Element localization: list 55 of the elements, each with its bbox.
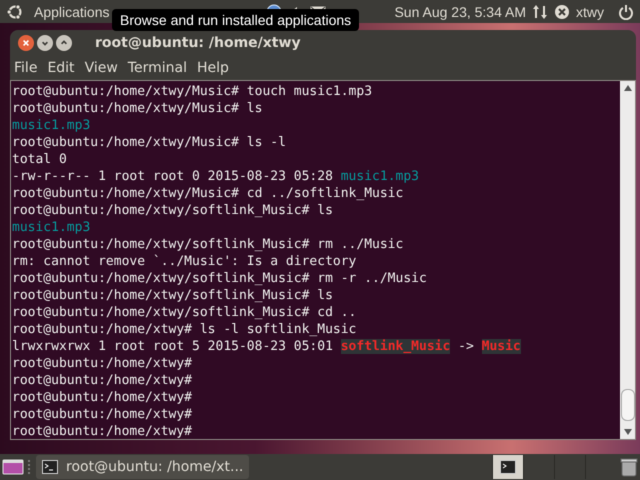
terminal-text: lrwxrwxrwx 1 root root 5 2015-08-23 05:01 (12, 339, 334, 354)
terminal-text: root@ubuntu:/home/xtwy/softlink_Music# ls (12, 203, 333, 218)
chevron-down-icon (41, 39, 49, 47)
tooltip: Browse and run installed applications (112, 9, 360, 31)
close-button[interactable] (18, 35, 34, 51)
trash-icon[interactable] (620, 457, 638, 477)
file-name: music1.mp3 (12, 118, 90, 133)
terminal-text: rm: cannot remove `../Music': Is a directory (12, 254, 356, 269)
terminal-text: root@ubuntu:/home/xtwy# (12, 356, 192, 371)
maximize-button[interactable] (56, 35, 72, 51)
terminal-text: root@ubuntu:/home/xtwy/Music# ls (12, 101, 262, 116)
terminal-text: root@ubuntu:/home/xtwy# (12, 407, 192, 422)
terminal-text: root@ubuntu:/home/xtwy# (12, 373, 192, 388)
close-icon (22, 39, 30, 47)
terminal-text: root@ubuntu:/home/xtwy/Music# ls -l (12, 135, 286, 150)
terminal-text: root@ubuntu:/home/xtwy/softlink_Music# rm -r ../Music (12, 271, 427, 286)
terminal-text: total 0 (12, 152, 67, 167)
menu-item[interactable]: Terminal (128, 60, 187, 76)
terminal-text: root@ubuntu:/home/xtwy# ls -l softlink_Music (12, 322, 356, 337)
minimize-button[interactable] (37, 35, 53, 51)
terminal-text: root@ubuntu:/home/xtwy# (12, 424, 192, 439)
terminal-text: root@ubuntu:/home/xtwy/Music# cd ../softlink_Music (12, 186, 404, 201)
terminal-text: root@ubuntu:/home/xtwy/Music# touch music1.mp3 (12, 84, 372, 99)
file-name: music1.mp3 (340, 169, 420, 184)
workspace-switcher[interactable] (492, 455, 523, 479)
terminal-text: root@ubuntu:/home/xtwy/softlink_Music# ls (12, 288, 333, 303)
panel-menu[interactable]: Applications (34, 4, 110, 20)
terminal-text: root@ubuntu:/home/xtwy/softlink_Music# rm ../Music (12, 237, 404, 252)
terminal-text: -> (457, 339, 475, 354)
chevron-up-icon (60, 39, 68, 47)
terminal-text: root@ubuntu:/home/xtwy/softlink_Music# cd .. (12, 305, 356, 320)
scrollbar-thumb[interactable] (620, 389, 634, 421)
ubuntu-logo-icon[interactable] (6, 2, 24, 20)
scroll-up-icon[interactable] (624, 84, 632, 92)
network-arrows-icon[interactable] (532, 4, 548, 20)
taskbar-window-button[interactable]: root@ubuntu: /home/xt... (36, 455, 250, 479)
menu-item[interactable]: Edit (47, 60, 75, 76)
menu-item[interactable]: View (84, 60, 118, 76)
show-desktop-icon[interactable] (2, 458, 24, 476)
terminal-text: root@ubuntu:/home/xtwy# (12, 390, 192, 405)
menu-item[interactable]: Help (196, 60, 229, 76)
scroll-down-icon[interactable] (624, 428, 632, 436)
terminal-text: -rw-r--r-- 1 root root 0 2015-08-23 05:28 (12, 169, 334, 184)
broken-link-name: Music (482, 339, 521, 354)
chat-status-icon[interactable] (554, 4, 570, 20)
broken-link-name: softlink_Music (340, 339, 450, 354)
user-name[interactable]: xtwy (576, 4, 604, 20)
scrollbar[interactable] (620, 81, 635, 439)
clock[interactable]: Sun Aug 23, 5:34 AM (394, 4, 526, 20)
file-name: music1.mp3 (12, 220, 90, 235)
power-icon[interactable] (618, 4, 634, 20)
terminal-icon (42, 460, 58, 474)
terminal-icon (500, 460, 516, 474)
window-title: root@ubuntu: /home/xtwy (95, 35, 301, 51)
menu-item[interactable]: File (14, 60, 38, 76)
